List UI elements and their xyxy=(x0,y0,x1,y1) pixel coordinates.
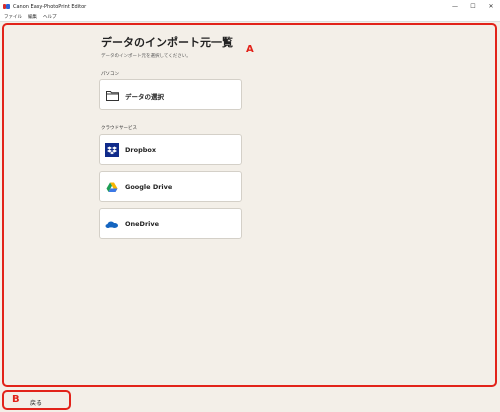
minimize-button[interactable]: — xyxy=(446,0,464,13)
select-data-label: データの選択 xyxy=(125,93,164,101)
annotation-label-b: B xyxy=(12,394,20,405)
section-label-pc: パソコン xyxy=(101,72,119,77)
onedrive-button[interactable]: OneDrive xyxy=(99,208,242,239)
folder-icon xyxy=(105,88,119,102)
main-area-highlight xyxy=(2,23,497,387)
section-label-cloud: クラウドサービス xyxy=(101,126,137,131)
onedrive-icon xyxy=(105,217,119,231)
title-bar: Canon Easy-PhotoPrint Editor — ☐ ✕ xyxy=(0,0,500,13)
menu-file[interactable]: ファイル xyxy=(4,14,22,20)
select-data-button[interactable]: データの選択 xyxy=(99,79,242,110)
dropbox-icon xyxy=(105,143,119,157)
window-title: Canon Easy-PhotoPrint Editor xyxy=(13,3,87,10)
google-drive-label: Google Drive xyxy=(125,183,173,191)
menu-bar: ファイル 編集 ヘルプ xyxy=(0,13,500,22)
window-controls: — ☐ ✕ xyxy=(446,0,500,13)
page-title: データのインポート元一覧 xyxy=(101,36,233,49)
annotation-label-a: A xyxy=(246,44,254,55)
maximize-button[interactable]: ☐ xyxy=(464,0,482,13)
google-drive-button[interactable]: Google Drive xyxy=(99,171,242,202)
app-logo-icon xyxy=(3,3,10,10)
page-subtitle: データのインポート元を選択してください。 xyxy=(101,54,191,59)
dropbox-label: Dropbox xyxy=(125,146,157,154)
menu-edit[interactable]: 編集 xyxy=(28,14,37,20)
menu-help[interactable]: ヘルプ xyxy=(43,14,57,20)
back-button-label[interactable]: 戻る xyxy=(30,398,42,407)
dropbox-button[interactable]: Dropbox xyxy=(99,134,242,165)
google-drive-icon xyxy=(105,180,119,194)
close-button[interactable]: ✕ xyxy=(482,0,500,13)
onedrive-label: OneDrive xyxy=(125,220,160,228)
